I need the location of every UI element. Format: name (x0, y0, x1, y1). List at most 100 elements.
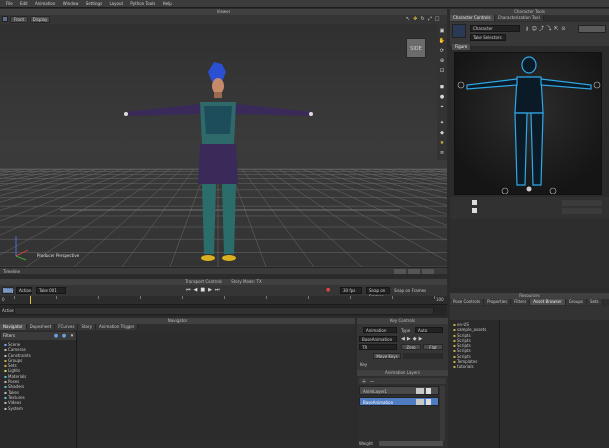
options-icon[interactable]: ≡ (439, 150, 445, 156)
tab-asset-browser[interactable]: Asset Browser (530, 299, 566, 305)
layer-solo-toggle[interactable] (416, 388, 424, 394)
viewer-layout-button-3[interactable] (422, 269, 434, 274)
base-animation-dropdown[interactable]: BaseAnimation (359, 336, 397, 342)
type-dropdown[interactable]: Auto (415, 327, 443, 333)
menu-python-tools[interactable]: Python Tools (130, 0, 155, 8)
add-layer-icon[interactable]: ＋ (361, 378, 367, 385)
filters-label[interactable]: Filters (3, 333, 15, 338)
scale-tool-icon[interactable]: ⤢ (427, 16, 433, 22)
menu-animation[interactable]: Animation (35, 0, 55, 8)
reach-icon[interactable]: ⇱ (553, 26, 559, 32)
rotate-tool-icon[interactable]: ↻ (420, 16, 426, 22)
tab-groups[interactable]: Groups (565, 299, 587, 305)
camera-icon[interactable]: ▣ (439, 28, 445, 34)
slider-value-1[interactable] (562, 200, 602, 206)
maximize-icon[interactable]: □ (434, 16, 440, 22)
fk-icon[interactable]: ⤴ (539, 25, 545, 32)
remove-layer-icon[interactable]: － (369, 378, 375, 385)
action-track[interactable]: Action (0, 304, 447, 316)
asset-item-tutorials[interactable]: ▪ tutorials (453, 364, 499, 369)
timeline-ruler[interactable]: 0 100 (0, 296, 447, 304)
sphere-icon[interactable]: ● (439, 94, 445, 100)
select-tool-icon[interactable]: ↖ (405, 16, 411, 22)
action-dropdown[interactable]: Action (16, 287, 32, 294)
view-cube[interactable]: SIDE (406, 38, 426, 58)
stop-icon[interactable]: ■ (200, 287, 208, 293)
pin-icon[interactable]: ⊙ (560, 26, 566, 32)
tab-animation-trigger[interactable]: Animation Trigger (95, 324, 139, 330)
take-selectors-field[interactable]: Take Selectors (470, 34, 506, 41)
zoom-icon[interactable]: ⊕ (439, 58, 445, 64)
tab-sets[interactable]: Sets (586, 299, 603, 305)
filter-icon-2[interactable]: ● (61, 333, 67, 339)
tr-dropdown[interactable]: TR (359, 344, 397, 350)
story-mode-button[interactable]: Story (2, 287, 14, 294)
viewer-layout-button-2[interactable] (408, 269, 420, 274)
layer-mute-toggle[interactable] (426, 399, 431, 405)
tree-item-system[interactable]: ▪ System (4, 406, 74, 411)
layer-solo-toggle[interactable] (416, 399, 424, 405)
next-key-icon[interactable]: ⏭ (215, 287, 223, 293)
tab-dopesheet[interactable]: Dopesheet (26, 324, 56, 330)
filter-icon-1[interactable]: ● (53, 333, 59, 339)
light-icon[interactable]: ✦ (439, 120, 445, 126)
zero-button[interactable]: Zero (401, 344, 421, 350)
snap-dropdown[interactable]: Snap on Frames (366, 287, 390, 299)
body-icon[interactable]: ☺ (531, 26, 537, 32)
take-dropdown[interactable]: Take 001 (36, 287, 66, 294)
menu-help[interactable]: Help (163, 0, 172, 8)
character-tools-menu-button[interactable] (578, 25, 606, 33)
frame-icon[interactable]: ⊡ (439, 68, 445, 74)
tab-figure[interactable]: Figure (452, 44, 472, 50)
move-keys-field[interactable] (403, 353, 443, 359)
fps-dropdown[interactable]: 30 fps (340, 287, 362, 294)
slider-handle-1[interactable] (472, 200, 477, 205)
highlight-icon[interactable]: ★ (439, 140, 445, 146)
menu-edit[interactable]: Edit (20, 0, 28, 8)
character-figure-panel[interactable] (454, 52, 602, 195)
move-keys-button[interactable]: Move Keys (373, 353, 401, 359)
weight-slider[interactable] (379, 441, 443, 446)
go-start-icon[interactable]: ⏮ (186, 287, 194, 293)
tab-characterization-tool[interactable]: Characterization Tool (494, 15, 544, 21)
menu-file[interactable]: File (6, 0, 13, 8)
layer-row-baseanimation[interactable]: BaseAnimation (359, 397, 439, 406)
menu-window[interactable]: Window (63, 0, 79, 8)
marker-icon[interactable]: ◆ (439, 130, 445, 136)
tab-navigator[interactable]: Navigator (0, 324, 27, 330)
viewer-pane-icon[interactable] (2, 16, 8, 22)
tab-properties[interactable]: Properties (484, 299, 512, 305)
translate-tool-icon[interactable]: ✥ (412, 16, 418, 22)
front-button[interactable]: Front (10, 16, 28, 23)
record-icon[interactable]: ● (326, 287, 336, 294)
cube-icon[interactable]: ◼ (439, 84, 445, 90)
tab-story[interactable]: Story (78, 324, 96, 330)
filter-menu-icon[interactable]: ▾ (69, 333, 75, 339)
tab-pose-controls[interactable]: Pose Controls (450, 299, 485, 305)
tab-filters[interactable]: Filters (511, 299, 531, 305)
layer-mute-toggle[interactable] (426, 388, 431, 394)
play-icon[interactable]: ▶ (208, 287, 215, 293)
key-icon[interactable]: ⚷ (524, 26, 530, 32)
orbit-icon[interactable]: ⟳ (439, 48, 445, 54)
display-button[interactable]: Display (30, 16, 50, 23)
next-key-button-icon[interactable]: ▶ (419, 336, 425, 342)
playhead[interactable] (30, 296, 31, 304)
viewer-layout-button-1[interactable] (394, 269, 406, 274)
menu-settings[interactable]: Settings (86, 0, 102, 8)
slider-value-2[interactable] (562, 208, 602, 214)
viewer-viewport[interactable]: SIDE Producer Perspective (0, 24, 447, 267)
action-track-clip-area[interactable] (14, 307, 434, 315)
pan-icon[interactable]: ✋ (439, 38, 445, 44)
flat-button[interactable]: Flat (423, 344, 443, 350)
character-field[interactable]: Character (470, 25, 520, 32)
menu-layout[interactable]: Layout (109, 0, 123, 8)
character-skeleton-figure[interactable] (455, 53, 602, 195)
ik-icon[interactable]: ⤵ (546, 25, 552, 32)
slider-handle-2[interactable] (472, 208, 477, 213)
animation-dropdown[interactable]: Animation (363, 327, 397, 333)
layers-scrollbar[interactable] (440, 386, 445, 441)
tab-character-controls[interactable]: Character Controls (450, 15, 495, 21)
transform-icon[interactable]: ⌖ (439, 104, 445, 110)
tab-fcurves[interactable]: FCurves (55, 324, 79, 330)
